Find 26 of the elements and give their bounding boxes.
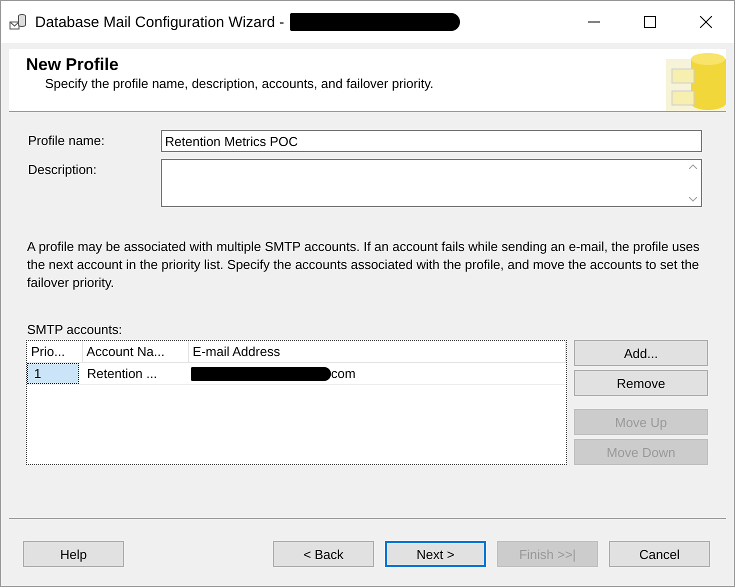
next-button[interactable]: Next > (385, 541, 486, 567)
profile-name-field[interactable]: Retention Metrics POC (161, 130, 702, 152)
window-title: Database Mail Configuration Wizard - (35, 14, 284, 30)
column-header[interactable]: E-mail Address (188, 341, 566, 362)
close-icon[interactable] (700, 16, 712, 28)
priority-cell[interactable]: 1 (27, 363, 79, 384)
profile-name-label: Profile name: (28, 132, 106, 148)
maximize-icon[interactable] (644, 16, 656, 28)
scroll-down-icon[interactable] (689, 197, 697, 202)
cancel-button[interactable]: Cancel (609, 541, 710, 567)
page-subtitle: Specify the profile name, description, accounts, and failover priority. (45, 76, 434, 91)
remove-button[interactable]: Remove (574, 370, 708, 396)
info-text: A profile may be associated with multiple SMTP accounts. If an account fails while sending an e-mail, the profile uses the next account in the priority list. Specify the accounts associated with the profile, and move the accounts to set the failover priority. (27, 238, 700, 292)
email-text: com (331, 366, 356, 381)
page-title: New Profile (26, 55, 120, 75)
smtp-accounts-label: SMTP accounts: (27, 322, 124, 337)
help-button[interactable]: Help (23, 541, 124, 567)
scroll-up-icon[interactable] (689, 164, 697, 169)
column-header[interactable]: Account Na... (82, 341, 189, 362)
description-field[interactable] (161, 159, 702, 207)
account-name-cell-text: Retention ... (86, 365, 158, 383)
column-header[interactable]: Prio... (27, 341, 83, 362)
back-button[interactable]: < Back (273, 541, 374, 567)
description-label: Description: (28, 161, 98, 177)
add-button[interactable]: Add... (574, 340, 708, 366)
mail-database-icon (9, 13, 27, 31)
